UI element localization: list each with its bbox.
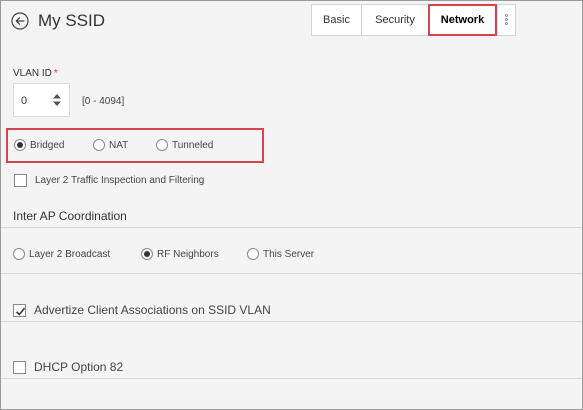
header: My SSID Basic Security Network <box>1 1 582 43</box>
radio-circle <box>93 139 105 151</box>
checkbox-label: Layer 2 Traffic Inspection and Filtering <box>35 175 205 186</box>
radio-circle <box>14 139 26 151</box>
checkmark-icon <box>15 307 26 316</box>
divider <box>1 227 582 228</box>
tab-security[interactable]: Security <box>362 5 428 35</box>
radio-circle <box>13 248 25 260</box>
required-mark: * <box>53 68 58 79</box>
radio-label: Bridged <box>30 139 65 151</box>
checkbox-box <box>14 174 27 187</box>
back-arrow-icon[interactable] <box>11 12 29 30</box>
vlan-id-value: 0 <box>21 95 28 107</box>
radio-nat[interactable]: NAT <box>93 139 128 151</box>
divider <box>1 273 582 274</box>
spinner-arrows-icon[interactable] <box>52 93 62 107</box>
radio-tunneled[interactable]: Tunneled <box>156 139 213 151</box>
more-dots-icon <box>505 14 509 26</box>
radio-label: NAT <box>109 139 129 151</box>
checkbox-label: Advertize Client Associations on SSID VL… <box>34 303 271 317</box>
divider <box>1 378 582 379</box>
ssid-settings-window: My SSID Basic Security Network VLAN ID * … <box>0 0 583 410</box>
radio-label: Tunneled <box>172 139 214 151</box>
radio-bridged[interactable]: Bridged <box>14 139 64 151</box>
inter-ap-title: Inter AP Coordination <box>13 209 127 223</box>
page-title: My SSID <box>38 11 106 30</box>
radio-circle <box>247 248 259 260</box>
checkbox-box <box>13 360 26 374</box>
tab-bar: Basic Security Network <box>311 4 516 36</box>
tab-network[interactable]: Network <box>428 4 497 36</box>
radio-label: This Server <box>263 248 315 260</box>
dhcp-option-82-checkbox[interactable]: DHCP Option 82 <box>13 360 123 374</box>
radio-label: Layer 2 Broadcast <box>29 248 111 260</box>
divider <box>1 321 582 322</box>
radio-circle <box>141 248 153 260</box>
vlan-id-label-text: VLAN ID <box>13 68 52 79</box>
radio-label: RF Neighbors <box>157 248 219 260</box>
radio-layer2-broadcast[interactable]: Layer 2 Broadcast <box>13 248 110 260</box>
l2-inspection-checkbox[interactable]: Layer 2 Traffic Inspection and Filtering <box>14 174 204 187</box>
advertize-checkbox[interactable]: Advertize Client Associations on SSID VL… <box>13 303 271 317</box>
vlan-id-range: [0 - 4094] <box>82 96 125 107</box>
checkbox-box <box>13 303 26 317</box>
radio-rf-neighbors[interactable]: RF Neighbors <box>141 248 219 260</box>
radio-circle <box>156 139 168 151</box>
more-tabs-button[interactable] <box>497 5 515 35</box>
radio-this-server[interactable]: This Server <box>247 248 314 260</box>
tab-basic[interactable]: Basic <box>312 5 362 35</box>
vlan-id-label: VLAN ID * <box>13 68 58 79</box>
vlan-id-input[interactable]: 0 <box>13 83 70 117</box>
checkbox-label: DHCP Option 82 <box>34 360 124 374</box>
